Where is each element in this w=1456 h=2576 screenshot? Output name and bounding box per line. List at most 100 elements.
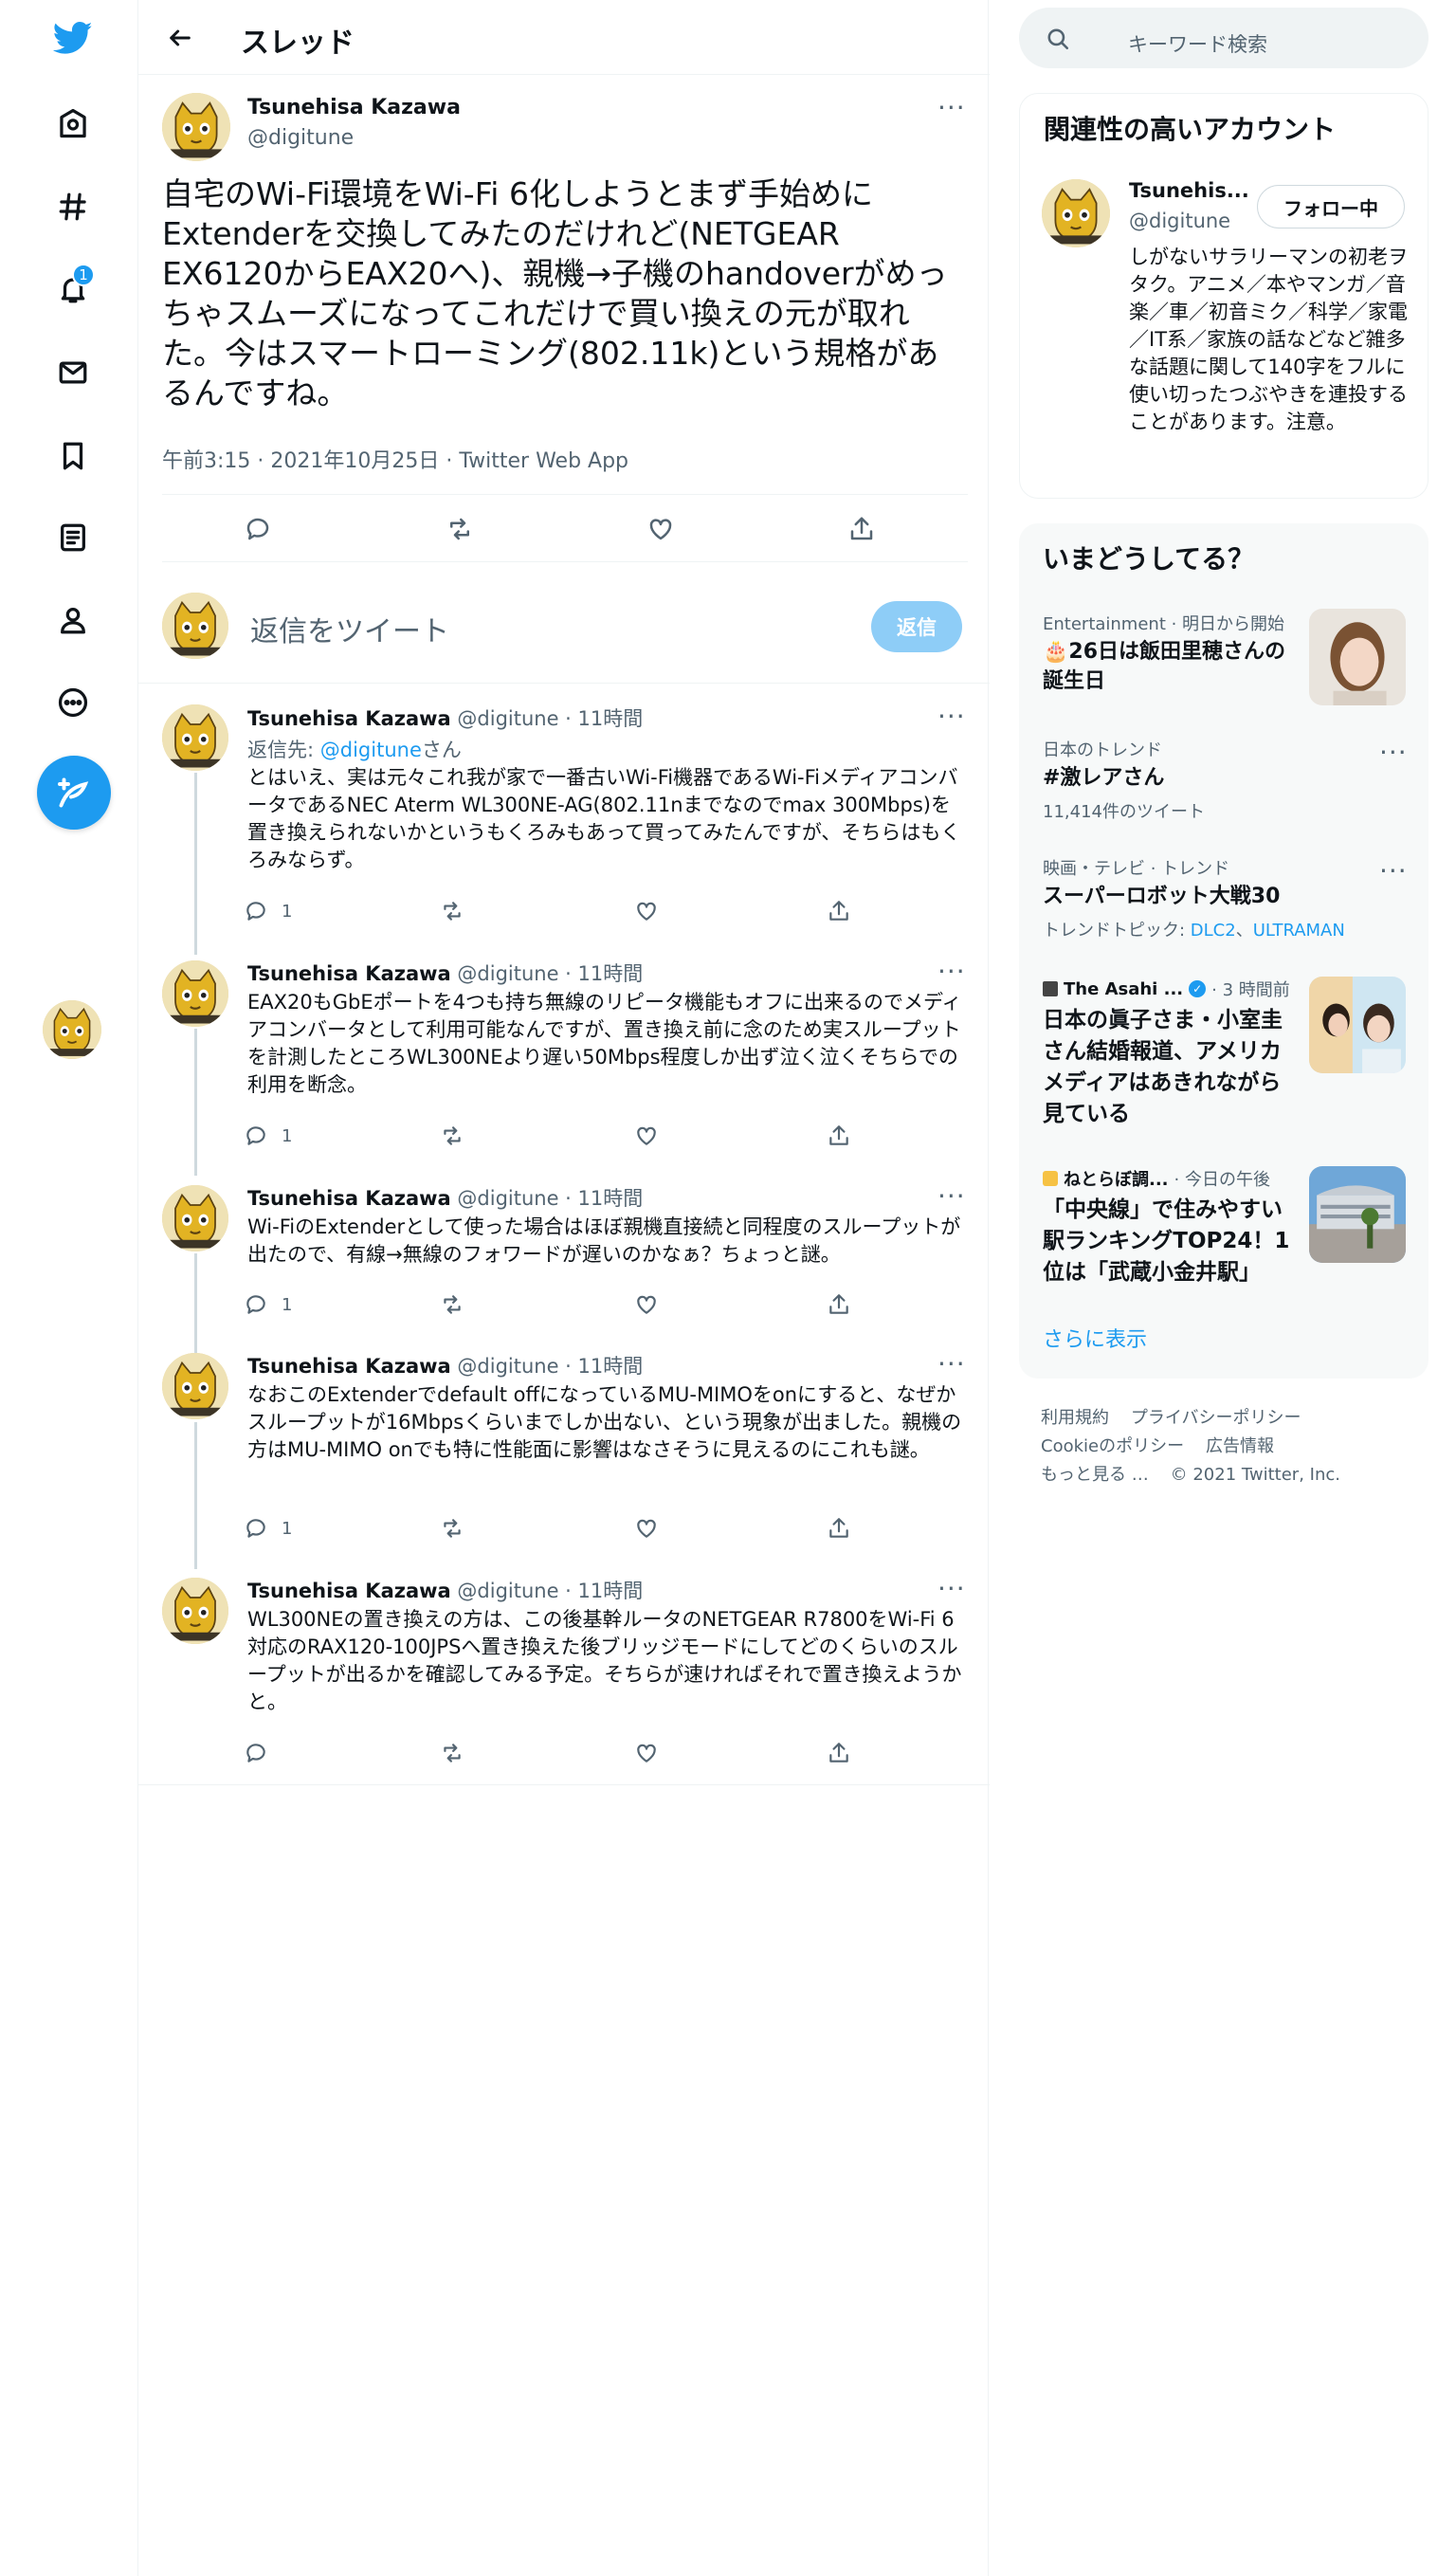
bookmarks-icon[interactable] <box>40 423 106 489</box>
retweet-action[interactable] <box>440 1292 464 1317</box>
trend-topic-link[interactable]: ULTRAMAN <box>1253 921 1345 941</box>
reply-author-avatar[interactable] <box>162 1353 228 1419</box>
notification-count-badge: 1 <box>72 264 95 286</box>
reply-action[interactable] <box>244 1741 282 1765</box>
reply-author-name[interactable]: Tsunehisa Kazawa <box>247 1187 451 1210</box>
reply-author-avatar[interactable] <box>162 704 228 771</box>
like-action[interactable] <box>634 1292 659 1317</box>
share-action[interactable] <box>827 1516 851 1541</box>
tweet-more-options-icon[interactable]: ··· <box>937 95 966 121</box>
footer-row: もっと見る … © 2021 Twitter, Inc. <box>1041 1461 1340 1486</box>
cookie-link[interactable]: Cookieのポリシー <box>1041 1436 1184 1456</box>
retweet-action[interactable] <box>446 515 474 543</box>
retweet-action[interactable] <box>440 899 464 923</box>
retweet-action[interactable] <box>440 1516 464 1541</box>
twitter-logo-icon[interactable] <box>40 5 106 71</box>
reply-more-options-icon[interactable]: ··· <box>937 959 966 985</box>
reply-action[interactable]: 1 <box>244 899 292 923</box>
reply-more-options-icon[interactable]: ··· <box>937 1351 966 1378</box>
reply-author-avatar[interactable] <box>162 1578 228 1644</box>
reply-author-avatar[interactable] <box>162 960 228 1027</box>
like-action[interactable] <box>634 1741 659 1765</box>
related-account-avatar[interactable] <box>1042 179 1110 247</box>
reply-author-name[interactable]: Tsunehisa Kazawa <box>247 707 451 730</box>
like-action[interactable] <box>634 1124 659 1148</box>
messages-envelope-icon[interactable] <box>40 339 106 406</box>
trend-more-options-icon[interactable]: ··· <box>1379 858 1408 885</box>
heart-icon <box>637 902 656 921</box>
ads-link[interactable]: 広告情報 <box>1206 1436 1274 1456</box>
related-account-handle[interactable]: @digitune <box>1129 210 1230 232</box>
like-action[interactable] <box>634 899 659 923</box>
reply-more-options-icon[interactable]: ··· <box>937 1183 966 1210</box>
more-circle-icon[interactable] <box>40 669 106 736</box>
back-arrow-icon <box>170 29 191 46</box>
terms-link[interactable]: 利用規約 <box>1041 1408 1109 1428</box>
privacy-link[interactable]: プライバシーポリシー <box>1131 1408 1301 1428</box>
reply-header: Tsunehisa Kazawa @digitune · 11時間 <box>247 1351 643 1379</box>
share-action[interactable] <box>847 515 876 543</box>
notifications-bell-icon[interactable] <box>40 256 106 322</box>
reply-handle-time[interactable]: @digitune · 11時間 <box>457 1580 643 1602</box>
share-action[interactable] <box>827 1741 851 1765</box>
account-avatar[interactable] <box>43 1000 101 1059</box>
retweet-icon <box>444 1519 461 1538</box>
main-tweet-text: 自宅のWi-Fi環境をWi-Fi 6化しようとまず手始めにExtenderを交換… <box>162 175 948 411</box>
reply-author-name[interactable]: Tsunehisa Kazawa <box>247 1355 451 1378</box>
reply-to-handle-link[interactable]: @digitune <box>320 739 422 761</box>
home-icon[interactable] <box>40 90 106 156</box>
trend-topic-link[interactable]: DLC2 <box>1191 921 1236 941</box>
tweet-author-name[interactable]: Tsunehisa Kazawa <box>247 96 461 119</box>
heart-icon <box>649 519 672 540</box>
news-source-logo-icon <box>1043 1171 1058 1186</box>
search-bar[interactable]: キーワード検索 <box>1019 8 1429 68</box>
reply-handle-time[interactable]: @digitune · 11時間 <box>457 1355 643 1378</box>
show-more-link[interactable]: さらに表示 <box>1043 1323 1147 1353</box>
like-action[interactable] <box>646 515 675 543</box>
reply-author-name[interactable]: Tsunehisa Kazawa <box>247 1580 451 1602</box>
compose-tweet-button[interactable] <box>37 756 111 830</box>
trend-more-options-icon[interactable]: ··· <box>1379 740 1408 766</box>
retweet-action[interactable] <box>440 1741 464 1765</box>
related-account-name[interactable]: Tsunehis... <box>1129 179 1249 202</box>
reply-action[interactable] <box>244 515 272 543</box>
explore-hashtag-icon[interactable] <box>40 174 106 240</box>
share-action[interactable] <box>827 899 851 923</box>
reply-more-options-icon[interactable]: ··· <box>937 703 966 730</box>
reply-count: 1 <box>282 1125 293 1146</box>
reply-handle-time[interactable]: @digitune · 11時間 <box>457 707 643 730</box>
reply-submit-button[interactable]: 返信 <box>871 601 962 652</box>
like-action[interactable] <box>634 1516 659 1541</box>
reply-author-avatar[interactable] <box>162 1185 228 1251</box>
reply-handle-time[interactable]: @digitune · 11時間 <box>457 1187 643 1210</box>
lists-icon[interactable] <box>40 504 106 571</box>
reply-author-name[interactable]: Tsunehisa Kazawa <box>247 962 451 985</box>
trend-topics-separator: 、 <box>1235 921 1253 941</box>
reply-text: とはいえ、実は元々これ我が家で一番古いWi-Fi機器であるWi-Fiメディアコン… <box>247 766 961 871</box>
tweet-author-avatar[interactable] <box>162 93 230 161</box>
trend-thumbnail-image <box>1309 609 1406 705</box>
retweet-action[interactable] <box>440 1124 464 1148</box>
tweet-timestamp[interactable]: 午前3:15 · 2021年10月25日 · Twitter Web App <box>162 444 628 474</box>
reply-more-options-icon[interactable]: ··· <box>937 1576 966 1602</box>
retweet-icon <box>444 1744 461 1763</box>
tweet-author-handle[interactable]: @digitune <box>247 126 354 150</box>
back-button[interactable] <box>159 17 201 59</box>
reply-action[interactable]: 1 <box>244 1516 292 1541</box>
reply-action[interactable]: 1 <box>244 1124 292 1148</box>
reply-input[interactable]: 返信をツイート <box>250 608 449 649</box>
meta-divider <box>162 494 968 495</box>
more-link[interactable]: もっと見る … <box>1041 1465 1149 1485</box>
reply-handle-time[interactable]: @digitune · 11時間 <box>457 962 643 985</box>
profile-person-icon[interactable] <box>40 587 106 653</box>
reply-text: EAX20もGbEポートを4つも持ち無線のリピータ機能もオフに出来るのでメディア… <box>247 991 962 1096</box>
heart-icon <box>637 1519 656 1538</box>
retweet-icon <box>444 1295 461 1314</box>
news-source-name: ねとらぼ調... <box>1064 1170 1169 1190</box>
share-action[interactable] <box>827 1124 851 1148</box>
share-action[interactable] <box>827 1292 851 1317</box>
search-input[interactable]: キーワード検索 <box>1128 29 1267 58</box>
reply-action[interactable]: 1 <box>244 1292 292 1317</box>
news-meta: The Asahi ... ✓ · 3 時間前 <box>1043 977 1290 1001</box>
following-button[interactable]: フォロー中 <box>1257 185 1405 228</box>
